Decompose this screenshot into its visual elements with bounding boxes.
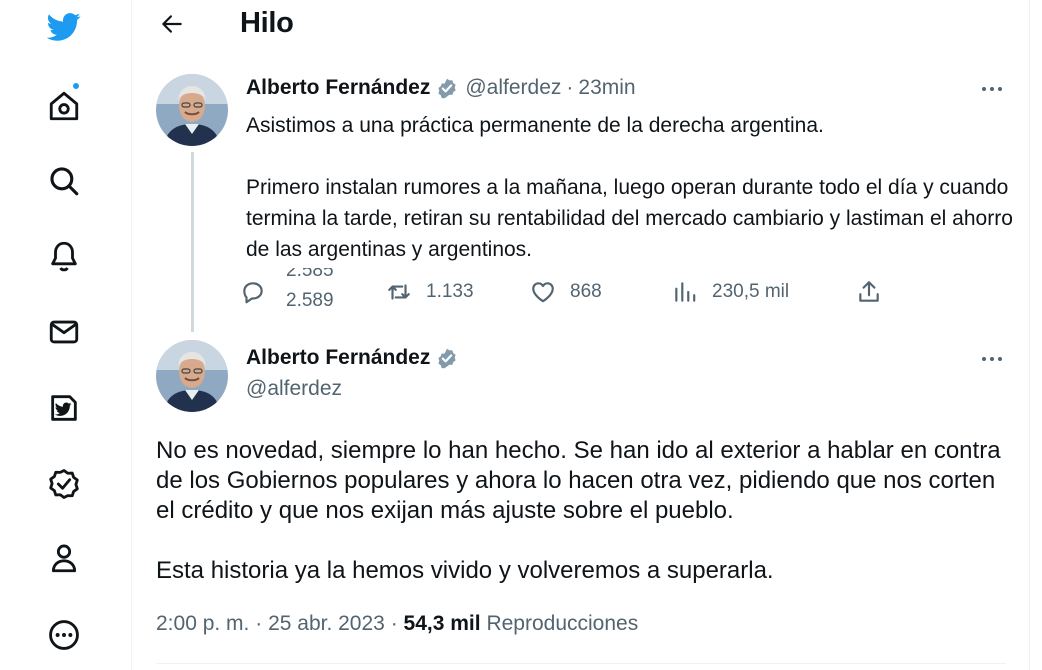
verified-badge-icon[interactable]	[435, 346, 459, 370]
reply-count-old: 2.585	[286, 268, 334, 281]
separator-dot: ·	[255, 612, 263, 635]
tweet-metadata: 2:00 p. m. · 25 abr. 2023 · 54,3 mil Rep…	[156, 612, 638, 636]
search-icon[interactable]	[38, 155, 90, 207]
views-count: 230,5 mil	[712, 281, 790, 302]
heart-icon	[532, 282, 554, 303]
thread-connector	[191, 152, 194, 332]
page-title: Hilo	[240, 7, 294, 39]
messages-icon[interactable]	[38, 306, 90, 358]
tweet-timestamp[interactable]: 23min	[578, 76, 635, 100]
like-count: 868	[570, 281, 602, 302]
twitter-blue-icon[interactable]	[38, 382, 90, 434]
avatar[interactable]	[156, 74, 228, 146]
tweet-paragraph: Asistimos a una práctica permanente de l…	[246, 114, 824, 137]
verified-badge-icon[interactable]	[435, 76, 459, 100]
tweet-2-header: Alberto Fernández	[246, 346, 459, 370]
reply-button[interactable]: 2.585 2.589	[240, 268, 334, 316]
author-name[interactable]: Alberto Fernández	[246, 346, 430, 370]
page-header: Hilo	[132, 0, 1030, 52]
views-count: 54,3 mil	[403, 612, 481, 635]
retweet-count: 1.133	[426, 281, 474, 302]
divider	[156, 663, 1006, 664]
reply-icon	[243, 282, 263, 304]
analytics-icon	[675, 282, 696, 302]
home-icon[interactable]	[38, 80, 90, 132]
main-column: Hilo Alberto Fernández @alferdez · 23min…	[132, 0, 1030, 670]
more-options-button[interactable]	[974, 341, 1010, 377]
share-button[interactable]	[856, 268, 882, 316]
sidebar-nav	[0, 0, 132, 670]
views-label: Reproducciones	[486, 612, 639, 635]
more-options-button[interactable]	[974, 71, 1010, 107]
retweet-icon	[388, 284, 410, 300]
tweet-actions: 2.585 2.589 1.133 868 230,5 mil	[240, 268, 880, 316]
notification-dot	[71, 81, 81, 91]
avatar[interactable]	[156, 340, 228, 412]
like-button[interactable]: 868	[530, 268, 602, 316]
reply-count: 2.585 2.589	[286, 268, 346, 316]
author-handle[interactable]: @alferdez	[465, 76, 561, 100]
profile-icon[interactable]	[38, 532, 90, 584]
tweet-time[interactable]: 2:00 p. m.	[156, 612, 249, 635]
tweet-paragraph: Esta historia ya la hemos vivido y volve…	[156, 557, 774, 584]
back-button[interactable]	[152, 4, 192, 44]
arrow-left-icon	[162, 15, 182, 33]
tweet-1-header: Alberto Fernández @alferdez · 23min	[246, 76, 636, 100]
verified-orgs-icon[interactable]	[38, 458, 90, 510]
tweet-2-text: No es novedad, siempre lo han hecho. Se …	[156, 436, 1006, 586]
share-icon	[859, 281, 879, 302]
views-button[interactable]: 230,5 mil	[672, 268, 789, 316]
tweet-1-text: Asistimos a una práctica permanente de l…	[246, 110, 1016, 265]
reply-count-new: 2.589	[286, 290, 334, 311]
tweet-paragraph: Primero instalan rumores a la mañana, lu…	[246, 176, 1013, 261]
retweet-button[interactable]: 1.133	[386, 268, 474, 316]
more-icon[interactable]	[38, 609, 90, 661]
author-handle[interactable]: @alferdez	[246, 377, 342, 401]
separator-dot: ·	[566, 76, 574, 99]
notifications-icon[interactable]	[38, 230, 90, 282]
separator-dot: ·	[390, 612, 398, 635]
author-name[interactable]: Alberto Fernández	[246, 76, 430, 100]
tweet-date[interactable]: 25 abr. 2023	[268, 612, 385, 635]
tweet-paragraph: No es novedad, siempre lo han hecho. Se …	[156, 437, 1001, 524]
twitter-logo-icon[interactable]	[38, 0, 90, 52]
